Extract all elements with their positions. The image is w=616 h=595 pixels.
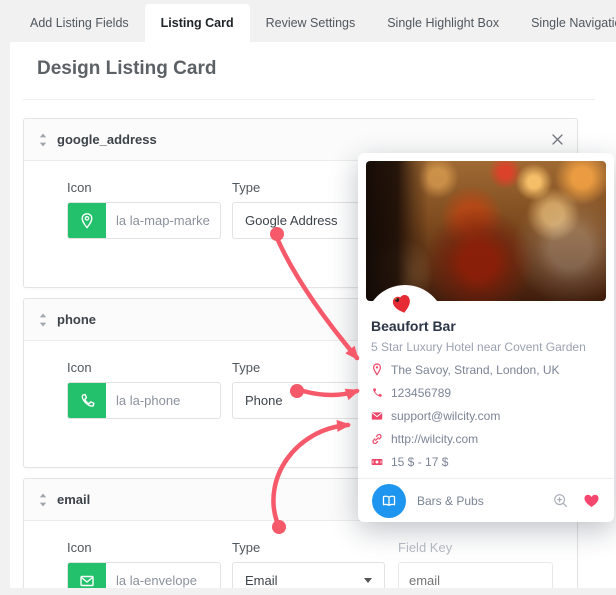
listing-title[interactable]: Beaufort Bar — [371, 318, 456, 334]
tab-single-highlight-box[interactable]: Single Highlight Box — [371, 4, 515, 42]
type-selected-value: Phone — [245, 393, 283, 408]
type-select[interactable]: Email — [232, 562, 385, 588]
tab-review-settings[interactable]: Review Settings — [250, 4, 372, 42]
link-icon — [372, 433, 382, 444]
open-book-icon — [382, 495, 396, 506]
icon-class-input[interactable] — [106, 203, 220, 238]
contact-text: 15 $ - 17 $ — [391, 454, 449, 469]
wilcity-logo-icon — [391, 292, 413, 321]
listing-card-settings-page: { "tabs": [ {"label": "Add Listing Field… — [0, 0, 616, 595]
icon-field — [67, 382, 221, 419]
listing-contacts: The Savoy, Strand, London, UK 123456789 … — [371, 358, 560, 473]
card-footer: Bars & Pubs — [358, 479, 614, 522]
zoom-plus-icon[interactable] — [553, 493, 568, 508]
contact-row-address[interactable]: The Savoy, Strand, London, UK — [371, 358, 560, 381]
field-key-input[interactable] — [398, 562, 553, 588]
contact-text: http://wilcity.com — [391, 431, 479, 446]
panel-body: Icon Type Email Field — [24, 521, 577, 588]
icon-field — [67, 202, 221, 239]
category-label[interactable]: Bars & Pubs — [417, 494, 484, 508]
tab-single-navigation[interactable]: Single Navigation — [515, 4, 616, 42]
category-badge[interactable] — [372, 483, 406, 518]
contact-row-price[interactable]: 15 $ - 17 $ — [371, 450, 560, 473]
panel-name: google_address — [57, 132, 157, 147]
panel-name: email — [57, 492, 91, 507]
drag-handle-icon[interactable] — [38, 133, 48, 147]
envelope-icon — [68, 563, 106, 588]
footer-actions — [553, 493, 600, 508]
panel-name: phone — [57, 312, 96, 327]
drag-handle-icon[interactable] — [38, 313, 48, 327]
map-marker-icon — [372, 363, 382, 376]
tab-listing-card[interactable]: Listing Card — [144, 4, 250, 42]
contact-text: The Savoy, Strand, London, UK — [391, 362, 560, 377]
tab-add-listing-fields[interactable]: Add Listing Fields — [14, 4, 145, 42]
icon-class-input[interactable] — [106, 383, 220, 418]
listing-preview-card[interactable]: Beaufort Bar 5 Star Luxury Hotel near Co… — [358, 153, 614, 522]
type-selected-value: Google Address — [245, 213, 338, 228]
contact-text: 123456789 — [391, 385, 452, 400]
listing-photo — [366, 161, 606, 301]
contact-text: support@wilcity.com — [391, 408, 501, 423]
settings-tab-bar: Add Listing Fields Listing Card Review S… — [0, 0, 616, 42]
contact-row-website[interactable]: http://wilcity.com — [371, 427, 560, 450]
icon-label: Icon — [67, 360, 92, 375]
envelope-icon — [371, 411, 383, 420]
listing-tagline: 5 Star Luxury Hotel near Covent Garden — [371, 340, 586, 354]
type-selected-value: Email — [245, 573, 278, 588]
heart-icon[interactable] — [583, 493, 600, 508]
field-key-label: Field Key — [398, 540, 453, 555]
page-title: Design Listing Card — [37, 58, 217, 79]
contact-row-email[interactable]: support@wilcity.com — [371, 404, 560, 427]
icon-field — [67, 562, 221, 588]
chevron-down-icon — [364, 578, 372, 583]
money-icon — [371, 458, 383, 465]
divider — [23, 99, 595, 100]
type-label: Type — [232, 540, 261, 555]
phone-icon — [68, 383, 106, 418]
phone-icon — [373, 387, 382, 397]
map-marker-icon — [68, 203, 106, 238]
close-icon[interactable] — [552, 134, 563, 145]
icon-class-input[interactable] — [106, 563, 220, 588]
icon-label: Icon — [67, 540, 92, 555]
icon-label: Icon — [67, 180, 92, 195]
drag-handle-icon[interactable] — [38, 493, 48, 507]
contact-row-phone[interactable]: 123456789 — [371, 381, 560, 404]
